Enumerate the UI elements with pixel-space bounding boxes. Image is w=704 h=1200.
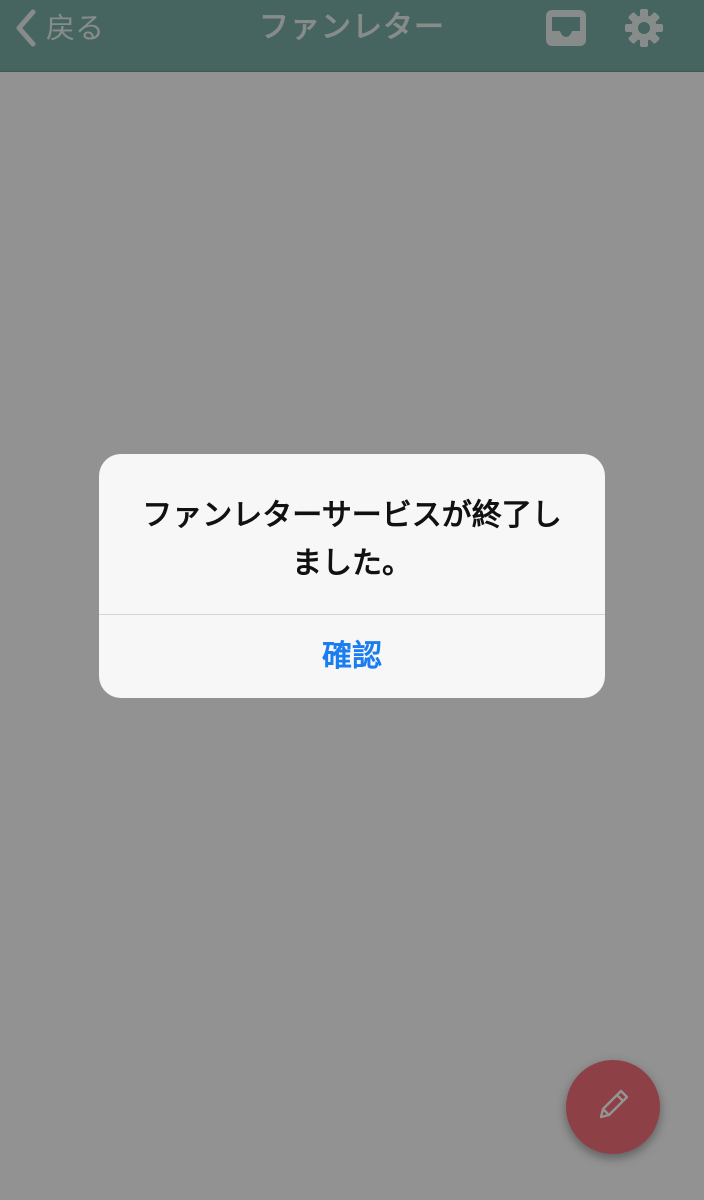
- confirm-button[interactable]: 確認: [99, 615, 605, 698]
- alert-dialog: ファンレターサービスが終了しました。 確認: [99, 454, 605, 698]
- alert-message: ファンレターサービスが終了しました。: [142, 498, 562, 581]
